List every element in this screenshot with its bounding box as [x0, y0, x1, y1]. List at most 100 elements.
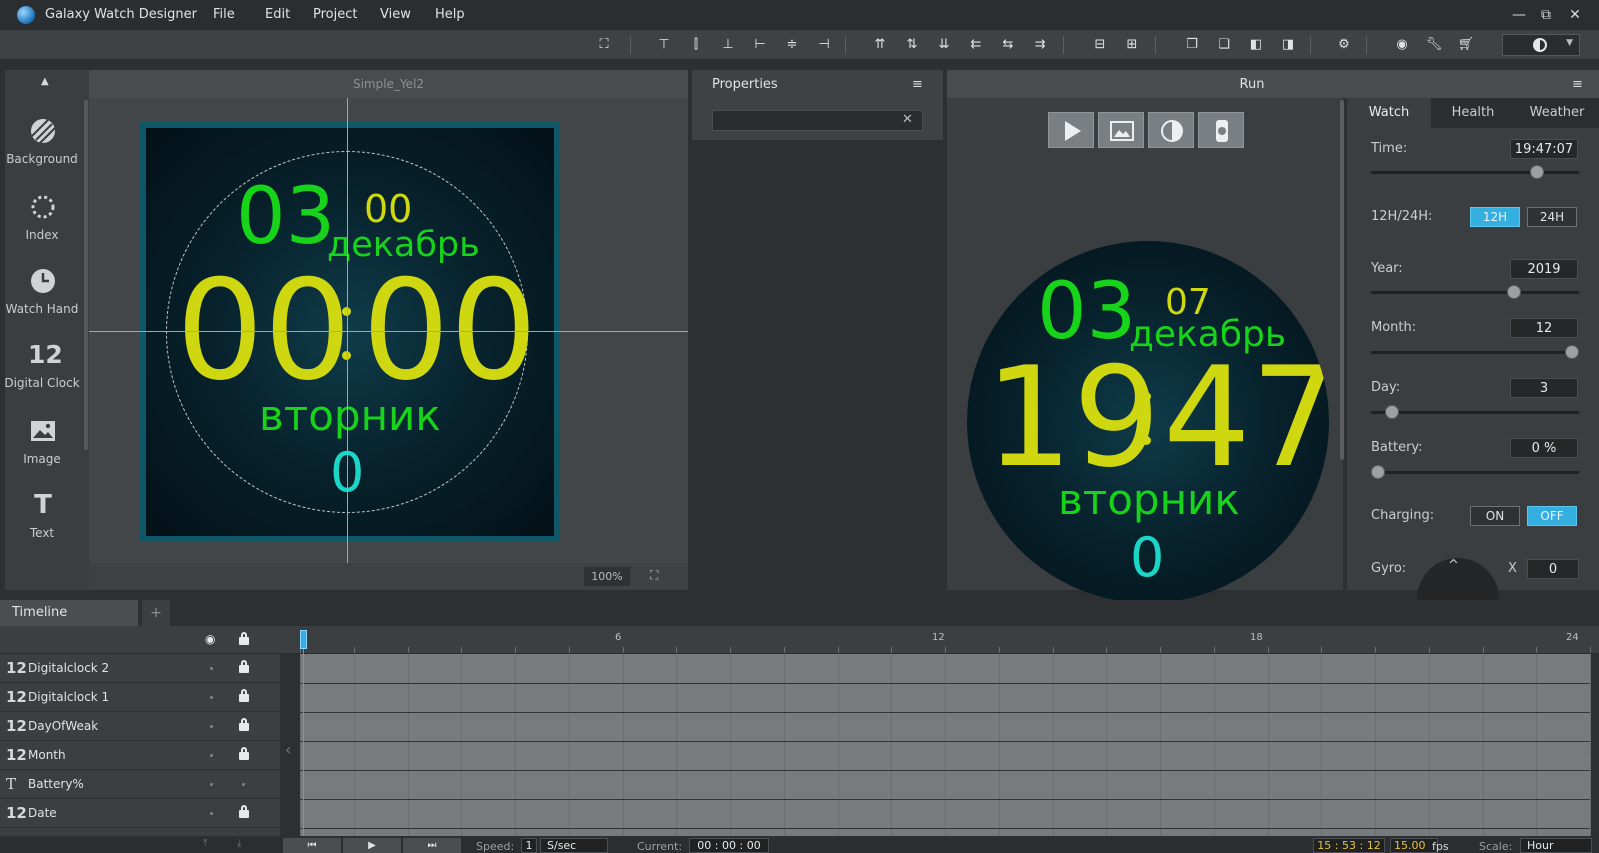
year-field[interactable]: 2019 [1510, 259, 1578, 279]
day-field[interactable]: 3 [1510, 378, 1578, 398]
time-slider-knob[interactable] [1530, 165, 1545, 179]
canvas-seconds[interactable]: 00 [364, 190, 412, 228]
time-slider[interactable] [1371, 171, 1579, 174]
align-center-icon[interactable]: ≑ [782, 35, 802, 55]
visibility-dot[interactable] [210, 812, 213, 815]
distribute-left-icon[interactable]: ⇇ [966, 35, 986, 55]
tab-weather[interactable]: Weather [1515, 98, 1599, 128]
layer-row[interactable]: 12 Digitalclock 1 [0, 683, 280, 712]
tab-timeline[interactable]: Timeline [0, 600, 138, 626]
speed-field[interactable]: 1 [521, 838, 537, 853]
align-middle-icon[interactable]: ⫿ [686, 35, 706, 55]
align-right-icon[interactable]: ⊣ [814, 35, 834, 55]
month-slider-knob[interactable] [1565, 345, 1579, 359]
menu-view[interactable]: View [380, 7, 411, 22]
visibility-dot[interactable] [210, 696, 213, 699]
year-slider-knob[interactable] [1506, 285, 1521, 299]
clear-search-icon[interactable]: ✕ [902, 112, 913, 127]
charging-off-button[interactable]: OFF [1527, 506, 1577, 526]
month-field[interactable]: 12 [1510, 318, 1578, 338]
layer-row[interactable]: 12 DayOfWeak [0, 712, 280, 741]
scale-dropdown[interactable]: Hour [1520, 838, 1592, 853]
lock-icon[interactable] [238, 747, 250, 761]
speed-unit-dropdown[interactable]: S/sec [540, 838, 608, 853]
tool-background[interactable]: Background [0, 108, 84, 180]
distribute-vcenter-icon[interactable]: ⇅ [902, 35, 922, 55]
time-field[interactable]: 19:47:07 [1510, 139, 1578, 159]
menu-edit[interactable]: Edit [265, 7, 290, 22]
lock-icon[interactable] [238, 805, 250, 819]
distribute-top-icon[interactable]: ⇈ [870, 35, 890, 55]
lock-icon[interactable] [238, 689, 250, 703]
align-top-icon[interactable]: ⊤ [654, 35, 674, 55]
menu-help[interactable]: Help [435, 7, 465, 22]
theme-dropdown[interactable]: ▼ [1502, 34, 1580, 56]
add-tab-button[interactable]: + [142, 600, 170, 626]
close-button[interactable]: ✕ [1562, 4, 1588, 26]
distribute-right-icon[interactable]: ⇉ [1030, 35, 1050, 55]
tool-scrollbar[interactable] [84, 100, 88, 450]
collapse-up-icon[interactable]: ▲ [41, 76, 49, 87]
play-button[interactable] [1048, 112, 1094, 148]
wrench-icon[interactable]: 🔧︎ [1424, 35, 1444, 55]
playhead[interactable] [300, 630, 307, 649]
day-slider-knob[interactable] [1384, 405, 1399, 419]
month-slider[interactable] [1371, 351, 1579, 354]
zoom-level[interactable]: 100% [584, 567, 630, 586]
battery-slider[interactable] [1371, 471, 1579, 474]
cart-icon[interactable]: 🛒︎ [1456, 35, 1476, 55]
current-time-field[interactable]: 00 : 00 : 00 [689, 838, 769, 853]
aod-button[interactable] [1098, 112, 1144, 148]
tool-image[interactable]: Image [0, 408, 84, 480]
tab-health[interactable]: Health [1431, 98, 1515, 128]
same-width-icon[interactable]: ⊟ [1090, 35, 1110, 55]
scroll-left-icon[interactable]: ‹ [285, 740, 291, 759]
forward-button[interactable]: ⏭ [403, 838, 461, 853]
lock-icon[interactable] [238, 660, 250, 674]
visibility-dot[interactable] [210, 725, 213, 728]
align-left-icon[interactable]: ⊢ [750, 35, 770, 55]
visibility-dot[interactable] [210, 783, 213, 786]
lock-dot[interactable] [242, 783, 245, 786]
mode-12h-button[interactable]: 12H [1470, 207, 1520, 227]
restore-button[interactable]: ⧉ [1533, 4, 1559, 26]
tool-digital-clock[interactable]: 12 Digital Clock [0, 332, 84, 404]
lock-icon[interactable] [238, 632, 250, 646]
canvas-day[interactable]: 03 [236, 178, 335, 256]
distribute-bottom-icon[interactable]: ⇊ [934, 35, 954, 55]
send-back-icon[interactable]: ◨ [1278, 35, 1298, 55]
build-icon[interactable]: ⚙ [1334, 35, 1354, 55]
menu-project[interactable]: Project [313, 7, 357, 22]
minimize-button[interactable]: — [1506, 4, 1532, 26]
align-bottom-icon[interactable]: ⊥ [718, 35, 738, 55]
distribute-hcenter-icon[interactable]: ⇆ [998, 35, 1018, 55]
fps-value[interactable]: 15.00 [1390, 838, 1438, 853]
layer-row[interactable]: 12 Month [0, 741, 280, 770]
panel-menu-icon[interactable]: ≡ [1572, 77, 1583, 92]
visibility-icon[interactable]: ◉ [205, 632, 215, 646]
tab-watch[interactable]: Watch [1347, 98, 1431, 128]
tool-text[interactable]: T Text [0, 482, 84, 554]
layer-row[interactable]: 12 Digitalclock 2 [0, 654, 280, 683]
layer-row[interactable]: 12 Date [0, 799, 280, 828]
day-slider[interactable] [1371, 411, 1579, 414]
fit-canvas-icon[interactable]: ⛶ [650, 568, 666, 584]
tool-watch-hand[interactable]: Watch Hand [0, 258, 84, 330]
scroll-right-icon[interactable]: › [1584, 740, 1590, 759]
play-timeline-button[interactable]: ▶ [343, 838, 401, 853]
tool-index[interactable]: Index [0, 184, 84, 256]
menu-file[interactable]: File [213, 7, 235, 22]
same-height-icon[interactable]: ⊞ [1122, 35, 1142, 55]
ungroup-icon[interactable]: ❏ [1214, 35, 1234, 55]
guide-horizontal[interactable] [89, 331, 688, 332]
fit-screen-icon[interactable]: ⛶ [594, 35, 614, 55]
gyro-x-field[interactable]: 0 [1527, 559, 1579, 579]
rewind-button[interactable]: ⏮ [283, 838, 341, 853]
panel-menu-icon[interactable]: ≡ [912, 77, 923, 92]
mode-24h-button[interactable]: 24H [1527, 207, 1577, 227]
battery-slider-knob[interactable] [1371, 465, 1385, 479]
group-icon[interactable]: ❐ [1182, 35, 1202, 55]
move-up-icon[interactable]: ⤒ [203, 838, 207, 849]
preview-icon[interactable]: ◉ [1392, 35, 1412, 55]
charging-on-button[interactable]: ON [1470, 506, 1520, 526]
